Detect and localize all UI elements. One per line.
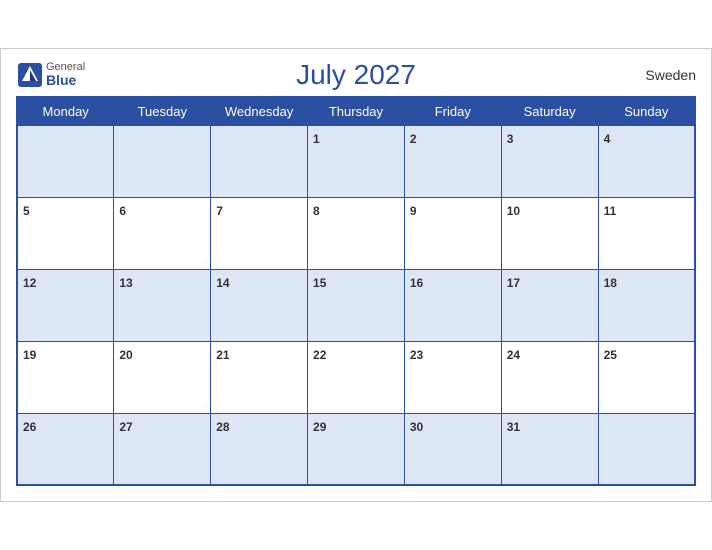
day-number: 22 bbox=[313, 348, 326, 362]
day-number: 20 bbox=[119, 348, 132, 362]
day-number: 13 bbox=[119, 276, 132, 290]
days-header-row: Monday Tuesday Wednesday Thursday Friday… bbox=[17, 97, 695, 126]
day-number: 1 bbox=[313, 132, 320, 146]
table-row: 19 bbox=[17, 341, 114, 413]
table-row: 27 bbox=[114, 413, 211, 485]
day-number: 29 bbox=[313, 420, 326, 434]
day-number: 21 bbox=[216, 348, 229, 362]
day-number: 15 bbox=[313, 276, 326, 290]
table-row: 11 bbox=[598, 197, 695, 269]
header-sunday: Sunday bbox=[598, 97, 695, 126]
day-number: 7 bbox=[216, 204, 223, 218]
table-row: 29 bbox=[308, 413, 405, 485]
calendar-title: July 2027 bbox=[16, 59, 696, 91]
calendar-week-row: 19 20 21 22 23 24 25 bbox=[17, 341, 695, 413]
table-row: 7 bbox=[211, 197, 308, 269]
header-wednesday: Wednesday bbox=[211, 97, 308, 126]
calendar-grid: Monday Tuesday Wednesday Thursday Friday… bbox=[16, 96, 696, 487]
day-number: 2 bbox=[410, 132, 417, 146]
table-row: 8 bbox=[308, 197, 405, 269]
table-row: 18 bbox=[598, 269, 695, 341]
table-row bbox=[211, 125, 308, 197]
table-row: 20 bbox=[114, 341, 211, 413]
table-row: 3 bbox=[501, 125, 598, 197]
header-friday: Friday bbox=[404, 97, 501, 126]
day-number: 9 bbox=[410, 204, 417, 218]
table-row: 9 bbox=[404, 197, 501, 269]
table-row: 1 bbox=[308, 125, 405, 197]
day-number: 31 bbox=[507, 420, 520, 434]
table-row: 16 bbox=[404, 269, 501, 341]
day-number: 14 bbox=[216, 276, 229, 290]
header-tuesday: Tuesday bbox=[114, 97, 211, 126]
day-number: 11 bbox=[604, 204, 617, 218]
table-row bbox=[17, 125, 114, 197]
day-number: 4 bbox=[604, 132, 611, 146]
logo-area: General Blue bbox=[16, 61, 85, 89]
day-number: 8 bbox=[313, 204, 320, 218]
day-number: 27 bbox=[119, 420, 132, 434]
table-row: 15 bbox=[308, 269, 405, 341]
table-row: 14 bbox=[211, 269, 308, 341]
day-number: 30 bbox=[410, 420, 423, 434]
table-row: 5 bbox=[17, 197, 114, 269]
calendar-header: General Blue July 2027 Sweden bbox=[16, 59, 696, 91]
day-number: 10 bbox=[507, 204, 520, 218]
day-number: 25 bbox=[604, 348, 617, 362]
table-row: 23 bbox=[404, 341, 501, 413]
table-row: 21 bbox=[211, 341, 308, 413]
table-row: 25 bbox=[598, 341, 695, 413]
day-number: 24 bbox=[507, 348, 520, 362]
calendar-container: General Blue July 2027 Sweden Monday Tue… bbox=[0, 48, 712, 503]
day-number: 5 bbox=[23, 204, 30, 218]
day-number: 16 bbox=[410, 276, 423, 290]
day-number: 23 bbox=[410, 348, 423, 362]
table-row: 2 bbox=[404, 125, 501, 197]
logo-blue-text: Blue bbox=[46, 73, 85, 88]
day-number: 17 bbox=[507, 276, 520, 290]
header-saturday: Saturday bbox=[501, 97, 598, 126]
table-row: 28 bbox=[211, 413, 308, 485]
table-row: 26 bbox=[17, 413, 114, 485]
day-number: 12 bbox=[23, 276, 36, 290]
table-row: 10 bbox=[501, 197, 598, 269]
calendar-week-row: 1 2 3 4 bbox=[17, 125, 695, 197]
table-row: 13 bbox=[114, 269, 211, 341]
day-number: 3 bbox=[507, 132, 514, 146]
calendar-week-row: 12 13 14 15 16 17 18 bbox=[17, 269, 695, 341]
table-row: 24 bbox=[501, 341, 598, 413]
calendar-week-row: 26 27 28 29 30 31 bbox=[17, 413, 695, 485]
table-row: 12 bbox=[17, 269, 114, 341]
table-row: 4 bbox=[598, 125, 695, 197]
table-row bbox=[598, 413, 695, 485]
table-row: 6 bbox=[114, 197, 211, 269]
table-row: 17 bbox=[501, 269, 598, 341]
day-number: 28 bbox=[216, 420, 229, 434]
table-row: 31 bbox=[501, 413, 598, 485]
logo-icon bbox=[16, 61, 44, 89]
header-thursday: Thursday bbox=[308, 97, 405, 126]
header-monday: Monday bbox=[17, 97, 114, 126]
calendar-week-row: 5 6 7 8 9 10 11 bbox=[17, 197, 695, 269]
day-number: 26 bbox=[23, 420, 36, 434]
table-row: 22 bbox=[308, 341, 405, 413]
day-number: 19 bbox=[23, 348, 36, 362]
country-label: Sweden bbox=[645, 67, 696, 83]
day-number: 6 bbox=[119, 204, 126, 218]
table-row: 30 bbox=[404, 413, 501, 485]
table-row bbox=[114, 125, 211, 197]
day-number: 18 bbox=[604, 276, 617, 290]
